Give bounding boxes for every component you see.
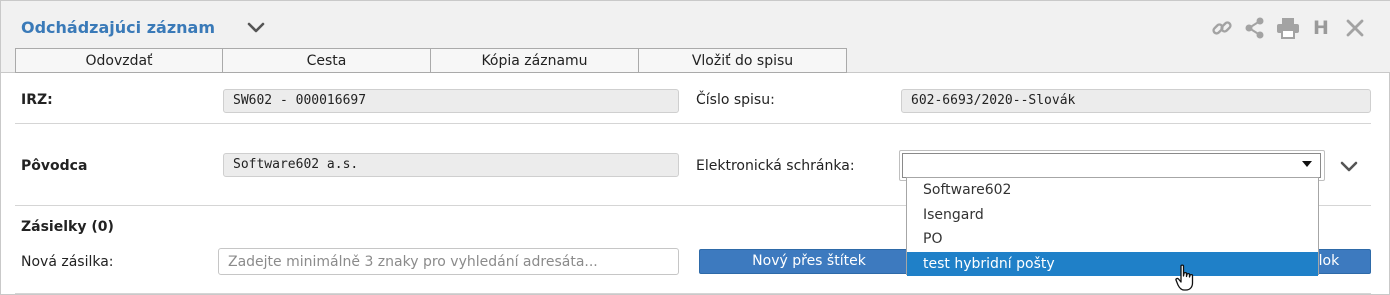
cislo-spisu-label: Číslo spisu: — [696, 92, 775, 108]
tab-cesta[interactable]: Cesta — [223, 48, 431, 73]
panel-header: Odchádzajúci záznam H Odovzdať Cesta Kóp… — [1, 1, 1390, 73]
option-po[interactable]: PO — [907, 227, 1318, 252]
link-icon[interactable] — [1209, 15, 1235, 41]
option-isengard[interactable]: Isengard — [907, 203, 1318, 228]
close-icon[interactable] — [1342, 15, 1368, 41]
divider — [15, 293, 1371, 294]
povodca-field: Software602 a.s. — [223, 153, 679, 177]
divider — [15, 123, 1371, 124]
option-software602[interactable]: Software602 — [907, 178, 1318, 203]
tab-kopia-zaznamu[interactable]: Kópia záznamu — [431, 48, 639, 73]
option-test-hybridni-posty[interactable]: test hybridní pošty — [907, 251, 1318, 276]
outgoing-record-panel: Odchádzajúci záznam H Odovzdať Cesta Kóp… — [0, 0, 1390, 295]
chevron-down-icon[interactable] — [245, 17, 267, 39]
dropdown-caret-icon — [1302, 161, 1312, 167]
zasielky-heading: Zásielky (0) — [21, 219, 114, 235]
recipient-search-input[interactable] — [218, 248, 679, 275]
novy-pres-stitek-button[interactable]: Nový přes štítek — [699, 249, 919, 274]
history-button[interactable]: H — [1308, 15, 1334, 41]
panel-title: Odchádzajúci záznam — [21, 18, 215, 37]
hand-cursor-icon — [1175, 264, 1195, 292]
schranka-select[interactable] — [902, 153, 1321, 178]
tab-vlozit-do-spisu[interactable]: Vložiť do spisu — [639, 48, 847, 73]
expand-chevron-icon[interactable] — [1338, 156, 1360, 178]
irz-field: SW602 - 000016697 — [223, 89, 679, 113]
schranka-label: Elektronická schránka: — [696, 158, 855, 174]
nova-zasilka-label: Nová zásilka: — [21, 254, 114, 270]
povodca-label: Pôvodca — [21, 158, 88, 174]
schranka-options-list: Software602 Isengard PO test hybridní po… — [906, 177, 1319, 276]
cislo-spisu-field: 602-6693/2020--Slovák — [901, 89, 1371, 113]
action-tabs: Odovzdať Cesta Kópia záznamu Vložiť do s… — [15, 48, 847, 73]
share-icon[interactable] — [1242, 15, 1268, 41]
irz-label: IRZ: — [21, 92, 53, 108]
printer-icon[interactable] — [1275, 15, 1301, 41]
tab-odovzdat[interactable]: Odovzdať — [15, 48, 223, 73]
